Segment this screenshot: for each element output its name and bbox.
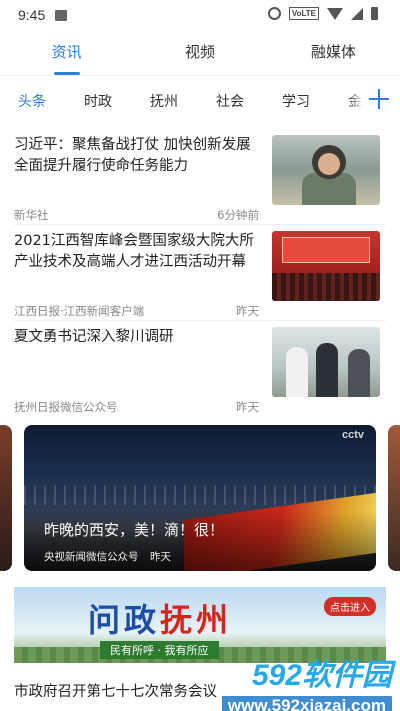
- news-title: 2021江西智库峰会暨国家级大院大所产业技术及高端人才进江西活动开幕: [14, 233, 254, 270]
- top-tab-bar: 资讯 视频 融媒体: [0, 30, 400, 76]
- video-card[interactable]: cctv 昨晚的西安，美！滴！很！ 央视新闻微信公众号 昨天: [24, 425, 376, 571]
- news-thumbnail: [272, 327, 380, 397]
- news-item[interactable]: 夏文勇书记深入黎川调研 抚州日报微信公众号 昨天: [14, 325, 386, 421]
- status-time: 9:45: [18, 7, 46, 23]
- add-channel-icon[interactable]: [368, 88, 390, 110]
- thumb-person: [316, 343, 338, 397]
- news-time: 6分钟前: [217, 208, 259, 222]
- volte-icon: VoLTE: [288, 7, 319, 20]
- news-item[interactable]: 习近平：聚焦备战打仗 加快创新发展 全面提升履行使命任务能力 新华社 6分钟前: [14, 133, 386, 229]
- battery-icon: [371, 7, 378, 20]
- divider: [14, 320, 386, 321]
- signal-icon: [351, 7, 363, 20]
- channel-fade: [348, 84, 364, 118]
- news-source: 新华社: [14, 208, 49, 222]
- news-title[interactable]: 市政府召开第七十七次常务会议: [14, 680, 217, 701]
- tab-media[interactable]: 融媒体: [267, 30, 400, 75]
- status-icons: VoLTE: [267, 7, 378, 20]
- status-bar: 9:45 VoLTE: [0, 0, 400, 30]
- video-source: 央视新闻微信公众号: [44, 551, 139, 563]
- site-watermark: 592软件园 www.592xiazai.com: [221, 650, 392, 711]
- news-thumbnail: [272, 135, 380, 205]
- banner-enter-button[interactable]: 点击进入: [324, 597, 376, 616]
- watermark-brand: 592软件园: [251, 659, 392, 692]
- thumb-figure-face: [318, 153, 340, 175]
- tab-video[interactable]: 视频: [133, 30, 266, 75]
- channel-bar: 头条 时政 抚州 社会 学习 金: [0, 84, 400, 118]
- banner-slogan: 民有所呼 · 我有所应: [100, 641, 219, 659]
- wifi-icon: [327, 7, 343, 20]
- news-time: 昨天: [236, 304, 259, 318]
- cctv-logo: cctv: [341, 429, 364, 441]
- tab-news[interactable]: 资讯: [0, 30, 133, 75]
- thumb-stage-banner: [282, 237, 370, 263]
- thumb-person: [286, 347, 308, 397]
- video-title: 昨晚的西安，美！滴！很！: [44, 521, 225, 539]
- divider: [14, 224, 386, 225]
- channel-headlines[interactable]: 头条: [18, 91, 64, 111]
- channel-society[interactable]: 社会: [216, 91, 262, 111]
- news-title: 习近平：聚焦备战打仗 加快创新发展 全面提升履行使命任务能力: [14, 137, 251, 174]
- thumb-person: [348, 349, 370, 397]
- banner-title: 问政抚州: [88, 601, 233, 639]
- news-source: 江西日报·江西新闻客户端: [14, 304, 145, 318]
- channel-study[interactable]: 学习: [282, 91, 328, 111]
- thumb-crowd: [272, 273, 380, 301]
- carousel-prev-card[interactable]: [0, 425, 12, 571]
- video-time: 昨天: [150, 551, 171, 563]
- channel-politics[interactable]: 时政: [84, 91, 130, 111]
- news-item[interactable]: 2021江西智库峰会暨国家级大院大所产业技术及高端人才进江西活动开幕 江西日报·…: [14, 229, 386, 325]
- carousel-next-card[interactable]: [388, 425, 400, 571]
- news-thumbnail: [272, 231, 380, 301]
- alarm-icon: [267, 7, 281, 20]
- video-carousel[interactable]: cctv 昨晚的西安，美！滴！很！ 央视新闻微信公众号 昨天: [0, 425, 400, 571]
- news-source: 抚州日报微信公众号: [14, 400, 118, 414]
- news-title: 夏文勇书记深入黎川调研: [14, 329, 174, 345]
- image-notification-icon: [55, 9, 68, 21]
- news-time: 昨天: [236, 400, 259, 414]
- watermark-url: www.592xiazai.com: [221, 696, 392, 711]
- channel-fuzhou[interactable]: 抚州: [150, 91, 196, 111]
